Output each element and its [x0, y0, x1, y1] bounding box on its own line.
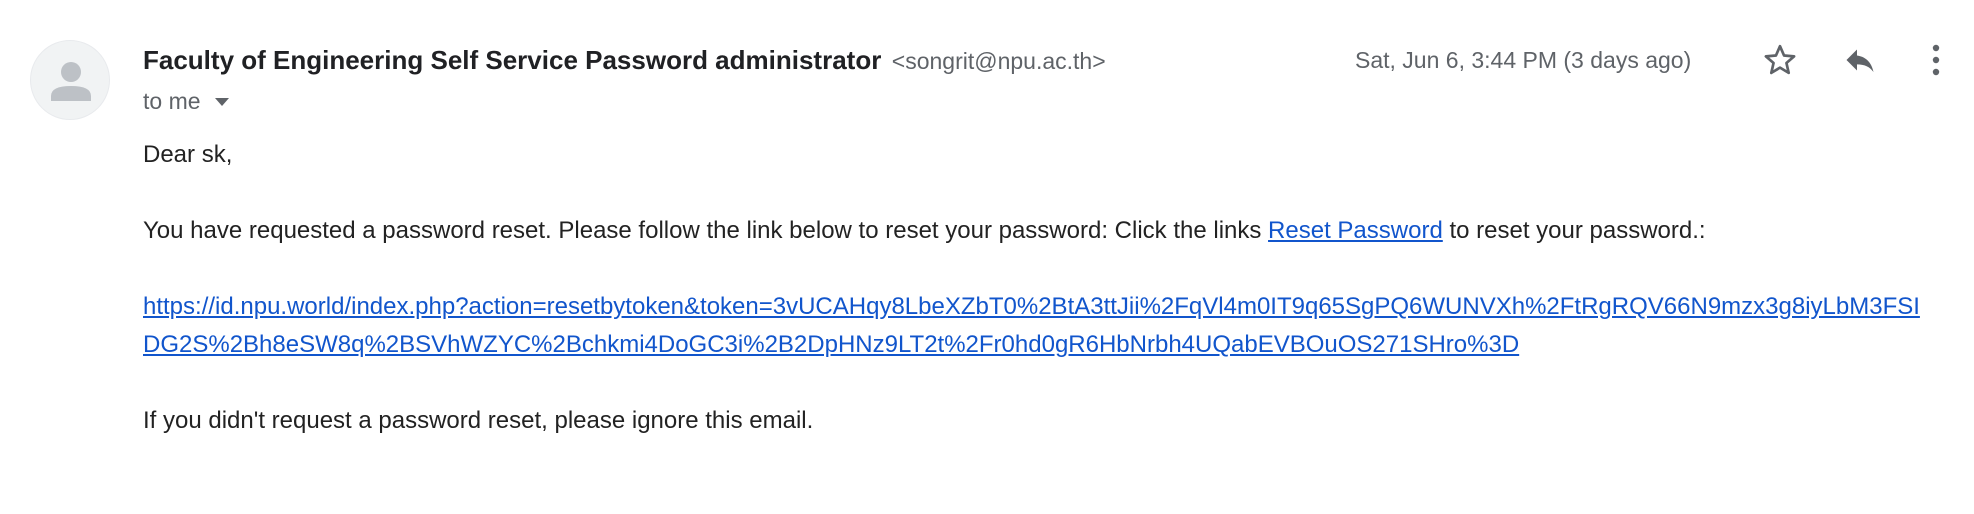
star-icon[interactable] [1758, 38, 1802, 82]
recipient-label: to me [143, 88, 201, 114]
person-icon [31, 41, 109, 119]
sender-avatar[interactable] [30, 40, 110, 120]
reply-icon[interactable] [1838, 38, 1882, 82]
message-date: Sat, Jun 6, 3:44 PM (3 days ago) [1355, 47, 1692, 73]
message-body: Dear sk, You have requested a password r… [143, 136, 1933, 440]
more-vert-icon[interactable] [1916, 38, 1956, 82]
intro-paragraph: You have requested a password reset. Ple… [143, 212, 1933, 250]
recipient-details-toggle[interactable]: to me [143, 86, 229, 116]
reset-password-link[interactable]: Reset Password [1268, 217, 1443, 244]
intro-text-before: You have requested a password reset. Ple… [143, 217, 1269, 244]
reset-url-link[interactable]: https://id.npu.world/index.php?action=re… [143, 288, 1923, 364]
sender-email: <songrit@npu.ac.th> [891, 48, 1106, 74]
greeting: Dear sk, [143, 141, 233, 168]
caret-down-icon[interactable] [214, 98, 229, 106]
sender-name[interactable]: Faculty of Engineering Self Service Pass… [143, 45, 881, 75]
closing-paragraph: If you didn't request a password reset, … [143, 407, 814, 434]
intro-text-after: to reset your password.: [1442, 217, 1706, 244]
sender-line: Faculty of Engineering Self Service Pass… [143, 44, 1106, 81]
email-message: Faculty of Engineering Self Service Pass… [0, 0, 1974, 514]
